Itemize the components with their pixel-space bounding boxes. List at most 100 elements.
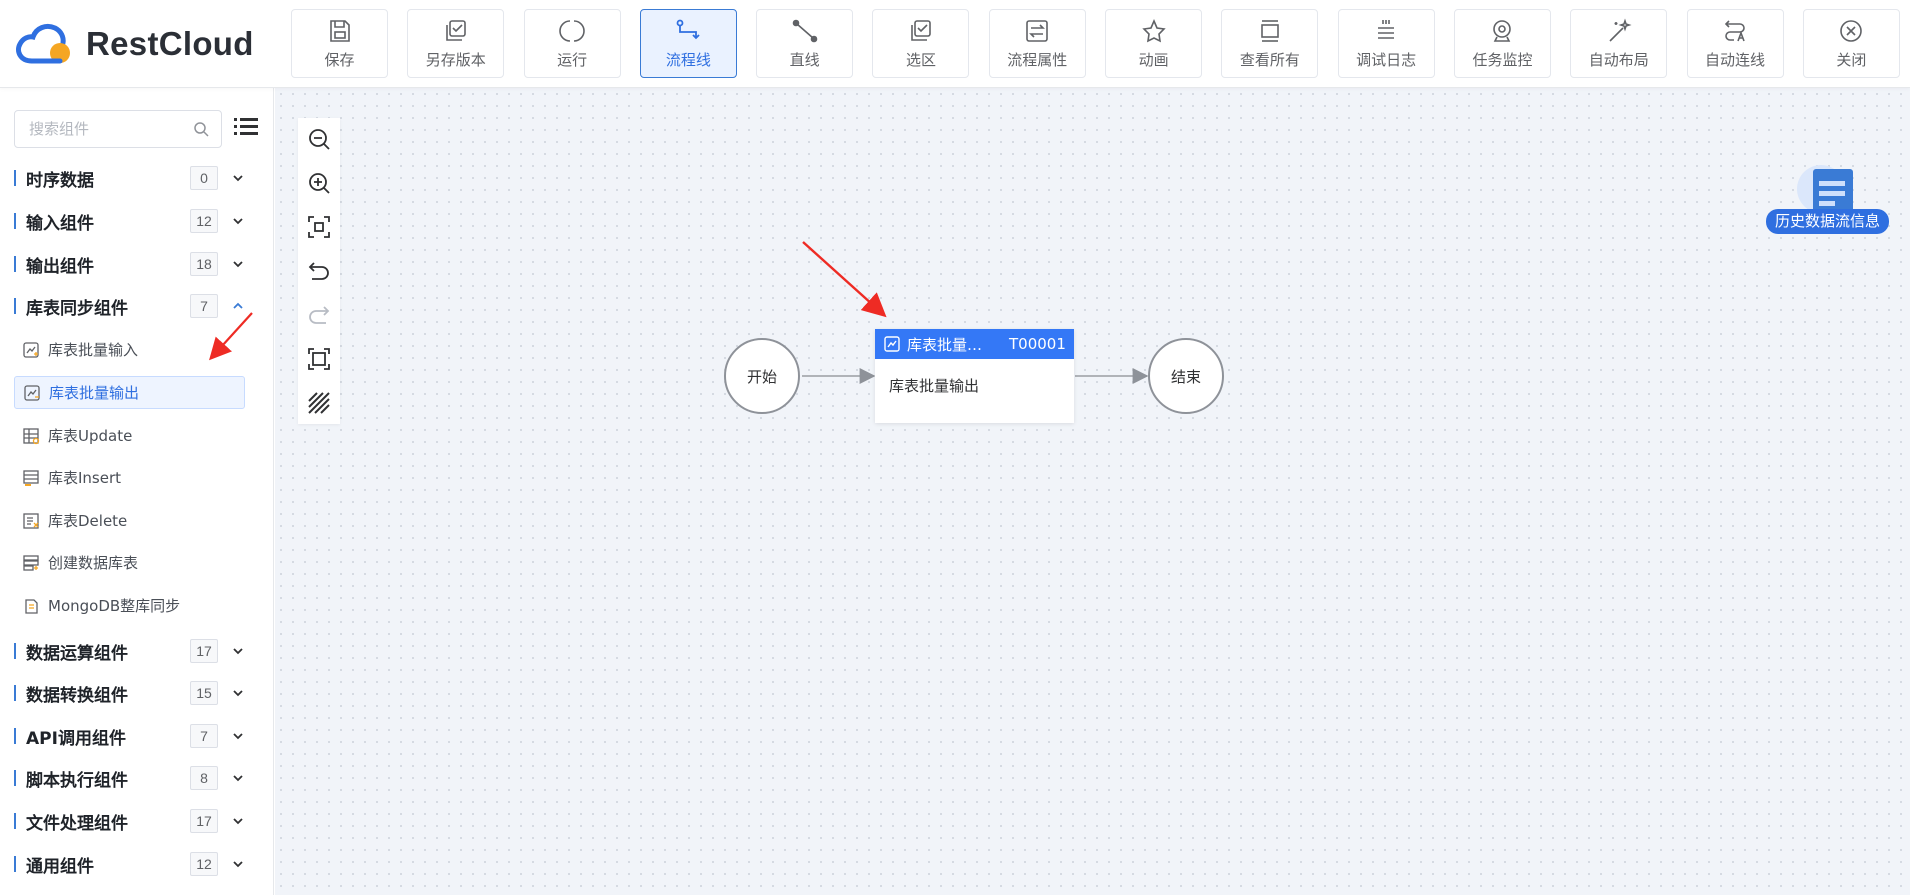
sidebar-item-label: 库表批量输出 (49, 384, 140, 402)
sidebar-item-mongodb-sync[interactable]: MongoDB整库同步 (14, 589, 245, 622)
flow-line-button[interactable]: 流程线 (639, 9, 737, 78)
category-general[interactable]: 通用组件 12 (0, 847, 274, 881)
category-data-compute[interactable]: 数据运算组件 17 (0, 634, 274, 668)
zoom-out-icon[interactable] (307, 127, 331, 151)
run-button[interactable]: 运行 (523, 9, 621, 78)
fit-view-icon[interactable] (307, 215, 331, 239)
animation-icon (1141, 18, 1166, 42)
chevron-down-icon[interactable] (232, 258, 244, 270)
view-all-button[interactable]: 查看所有 (1221, 9, 1319, 78)
view-all-icon (1261, 19, 1279, 42)
chevron-down-icon[interactable] (232, 215, 244, 227)
task-monitor-button[interactable]: 任务监控 (1453, 9, 1551, 78)
zoom-in-icon[interactable] (307, 171, 331, 195)
category-title: 文件处理组件 (26, 813, 128, 834)
list-view-icon[interactable] (234, 116, 258, 140)
auto-layout-button[interactable]: 自动布局 (1570, 9, 1668, 78)
save-version-icon (445, 19, 466, 41)
flow-canvas[interactable]: 开始 库表批量… T00001 库表批量输出 结束 历史数据流信息 (275, 88, 1910, 895)
search-input[interactable] (29, 120, 189, 138)
debug-log-label: 调试日志 (1356, 50, 1417, 69)
save-version-button[interactable]: 另存版本 (407, 9, 505, 78)
category-count: 15 (190, 681, 218, 705)
history-dataflow-widget[interactable]: 历史数据流信息 (1755, 163, 1895, 243)
category-title: 输出组件 (26, 256, 94, 277)
category-count: 17 (190, 639, 218, 663)
start-node[interactable]: 开始 (724, 338, 800, 414)
save-icon (329, 19, 350, 42)
select-area-button[interactable]: 选区 (872, 9, 970, 78)
actual-size-icon[interactable] (307, 347, 331, 371)
auto-connect-button[interactable]: 自动连线 (1686, 9, 1784, 78)
category-count: 12 (190, 209, 218, 233)
category-file-process[interactable]: 文件处理组件 17 (0, 804, 274, 838)
chevron-down-icon[interactable] (232, 172, 244, 184)
run-icon (559, 19, 585, 42)
category-script-exec[interactable]: 脚本执行组件 8 (0, 761, 274, 795)
task-node[interactable]: 库表批量… T00001 库表批量输出 (875, 329, 1074, 423)
sidebar-item-create-table[interactable]: 创建数据库表 (14, 546, 245, 579)
debug-log-button[interactable]: 调试日志 (1337, 9, 1435, 78)
sidebar-item-table-update[interactable]: 库表Update (14, 419, 245, 452)
category-time-series[interactable]: 时序数据 0 (0, 161, 274, 195)
category-title: 输入组件 (26, 213, 94, 234)
redo-icon[interactable] (307, 303, 331, 327)
category-api-call[interactable]: API调用组件 7 (0, 719, 274, 753)
chevron-down-icon[interactable] (232, 645, 244, 657)
flow-properties-button[interactable]: 流程属性 (988, 9, 1086, 78)
chevron-down-icon[interactable] (232, 858, 244, 870)
category-count: 0 (190, 166, 218, 190)
grid-toggle-icon[interactable] (307, 391, 331, 415)
top-header: RestCloud 保存 另存版本 运行 流程线 直线 选区 流程属性 动画 查… (0, 0, 1910, 88)
flow-connectors (802, 241, 1149, 384)
flow-line-icon (676, 19, 701, 39)
category-count: 7 (190, 724, 218, 748)
table-batch-input-icon (23, 341, 39, 358)
auto-layout-label: 自动布局 (1588, 50, 1649, 69)
chevron-down-icon[interactable] (232, 815, 244, 827)
start-node-label: 开始 (746, 367, 777, 386)
category-count: 12 (190, 852, 218, 876)
mongodb-sync-icon (25, 598, 38, 614)
chevron-up-icon[interactable] (232, 300, 244, 312)
sidebar-item-label: 库表Delete (48, 512, 128, 530)
annotation-arrow (802, 241, 887, 318)
sidebar-item-label: 库表Insert (48, 469, 122, 487)
table-update-icon (23, 427, 40, 444)
task-monitor-icon (1493, 19, 1512, 42)
close-button[interactable]: 关闭 (1802, 9, 1900, 78)
category-count: 8 (190, 766, 218, 790)
end-node[interactable]: 结束 (1148, 338, 1224, 414)
category-title: 数据运算组件 (26, 643, 128, 664)
chevron-down-icon[interactable] (232, 730, 244, 742)
straight-line-button[interactable]: 直线 (756, 9, 854, 78)
save-button[interactable]: 保存 (291, 9, 388, 78)
sidebar-item-table-batch-input[interactable]: 库表批量输入 (14, 333, 245, 366)
chevron-down-icon[interactable] (232, 772, 244, 784)
select-area-icon (911, 19, 931, 41)
logo-text: RestCloud (86, 25, 254, 62)
view-all-label: 查看所有 (1239, 50, 1300, 69)
chevron-down-icon[interactable] (232, 687, 244, 699)
sidebar-item-label: 创建数据库表 (48, 554, 139, 572)
debug-log-icon (1378, 19, 1395, 39)
category-table-sync[interactable]: 库表同步组件 7 (0, 289, 274, 323)
sidebar-item-table-batch-output[interactable]: 库表批量输出 (14, 376, 245, 409)
auto-connect-icon (1724, 19, 1745, 41)
category-output[interactable]: 输出组件 18 (0, 247, 274, 281)
category-data-transform[interactable]: 数据转换组件 15 (0, 676, 274, 710)
close-label: 关闭 (1836, 50, 1867, 69)
sidebar-item-table-delete[interactable]: 库表Delete (14, 504, 245, 537)
task-node-id: T00001 (1009, 335, 1066, 353)
flow-properties-label: 流程属性 (1007, 50, 1068, 69)
sidebar-item-table-insert[interactable]: 库表Insert (14, 461, 245, 494)
canvas-controls (298, 118, 340, 424)
category-count: 17 (190, 809, 218, 833)
straight-line-icon (792, 19, 817, 42)
undo-icon[interactable] (307, 259, 331, 283)
category-input[interactable]: 输入组件 12 (0, 204, 274, 238)
category-title: 数据转换组件 (26, 685, 128, 706)
animation-button[interactable]: 动画 (1105, 9, 1203, 78)
search-icon[interactable] (193, 121, 209, 137)
category-title: 通用组件 (26, 856, 94, 877)
